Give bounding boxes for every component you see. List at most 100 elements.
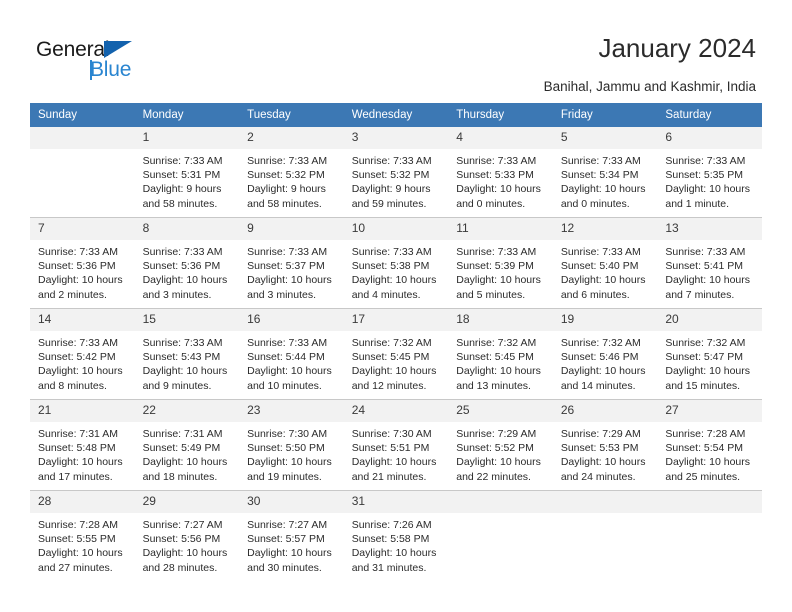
daylight-duration-line2: and 15 minutes. xyxy=(665,379,741,392)
day-details: Sunrise: 7:28 AM Sunset: 5:54 PM Daylight:… xyxy=(657,422,762,484)
daylight-duration-line2: and 58 minutes. xyxy=(247,197,322,210)
sunrise-time: Sunrise: 7:33 AM xyxy=(247,337,328,349)
day-details: Sunrise: 7:33 AM Sunset: 5:35 PM Daylight:… xyxy=(657,149,762,211)
daylight-duration-line1: Daylight: 10 hours xyxy=(351,456,437,469)
calendar-day-cell[interactable]: 12 Sunrise: 7:33 AM Sunset: 5:40 PM Dayligh… xyxy=(552,217,658,309)
calendar-day-cell[interactable]: 10 Sunrise: 7:33 AM Sunset: 5:38 PM Dayligh… xyxy=(343,217,449,309)
sunset-time: Sunset: 5:46 PM xyxy=(560,351,639,364)
calendar-day-cell[interactable]: 11 Sunrise: 7:33 AM Sunset: 5:39 PM Dayligh… xyxy=(448,217,553,309)
sunrise-time: Sunrise: 7:33 AM xyxy=(247,246,328,258)
sunset-time: Sunset: 5:53 PM xyxy=(560,442,639,455)
calendar-day-cell[interactable]: 6 Sunrise: 7:33 AM Sunset: 5:35 PM Daylight… xyxy=(657,127,762,218)
calendar-day-cell[interactable]: 14 Sunrise: 7:33 AM Sunset: 5:42 PM Dayligh… xyxy=(30,308,135,400)
sunrise-time: Sunrise: 7:30 AM xyxy=(351,428,432,440)
day-details: Sunrise: 7:32 AM Sunset: 5:46 PM Daylight:… xyxy=(553,331,658,393)
calendar-day-cell[interactable]: 18 Sunrise: 7:32 AM Sunset: 5:45 PM Dayligh… xyxy=(448,308,553,400)
sunset-time: Sunset: 5:47 PM xyxy=(665,351,744,364)
calendar-day-cell[interactable]: 20 Sunrise: 7:32 AM Sunset: 5:47 PM Dayligh… xyxy=(657,308,762,400)
weekday-header-friday: Friday xyxy=(552,103,658,127)
daylight-duration-line2: and 10 minutes. xyxy=(247,379,322,392)
sunset-time: Sunset: 5:32 PM xyxy=(247,169,325,182)
daylight-duration-line1: Daylight: 10 hours xyxy=(351,547,437,560)
daylight-duration-line2: and 17 minutes. xyxy=(38,470,113,483)
daylight-duration-line1: Daylight: 10 hours xyxy=(247,365,332,378)
calendar-day-cell[interactable]: 9 Sunrise: 7:33 AM Sunset: 5:37 PM Daylight… xyxy=(239,217,344,309)
sunrise-time: Sunrise: 7:33 AM xyxy=(351,246,432,258)
page-title: January 2024 xyxy=(598,33,756,63)
day-details: Sunrise: 7:33 AM Sunset: 5:41 PM Daylight:… xyxy=(657,240,762,302)
day-details: Sunrise: 7:31 AM Sunset: 5:49 PM Daylight:… xyxy=(135,422,240,484)
sunrise-time: Sunrise: 7:31 AM xyxy=(142,428,223,440)
daylight-duration-line1: Daylight: 10 hours xyxy=(456,183,541,196)
sunrise-time: Sunrise: 7:28 AM xyxy=(665,428,746,440)
sunset-time: Sunset: 5:35 PM xyxy=(665,169,744,182)
calendar-day-cell[interactable]: 22 Sunrise: 7:31 AM Sunset: 5:49 PM Dayligh… xyxy=(134,399,240,491)
sunrise-time: Sunrise: 7:32 AM xyxy=(351,337,432,349)
weekday-header-thursday: Thursday xyxy=(448,103,553,127)
calendar-day-cell[interactable]: 30 Sunrise: 7:27 AM Sunset: 5:57 PM Dayligh… xyxy=(239,490,344,581)
day-number: 26 xyxy=(552,400,658,422)
day-details xyxy=(448,513,553,518)
sunrise-time: Sunrise: 7:27 AM xyxy=(247,519,328,531)
day-number: 5 xyxy=(552,127,658,149)
calendar-day-cell[interactable]: 8 Sunrise: 7:33 AM Sunset: 5:36 PM Daylight… xyxy=(134,217,240,309)
sunrise-time: Sunrise: 7:32 AM xyxy=(560,337,641,349)
calendar-day-cell[interactable]: 29 Sunrise: 7:27 AM Sunset: 5:56 PM Dayligh… xyxy=(134,490,240,581)
day-number: 7 xyxy=(30,218,135,240)
daylight-duration-line2: and 3 minutes. xyxy=(247,288,317,301)
calendar-day-cell[interactable]: 25 Sunrise: 7:29 AM Sunset: 5:52 PM Dayligh… xyxy=(448,399,553,491)
calendar-page: General Blue January 2024 Banihal, Jammu… xyxy=(0,0,792,612)
calendar-day-cell[interactable]: 4 Sunrise: 7:33 AM Sunset: 5:33 PM Daylight… xyxy=(448,127,553,218)
sunset-time: Sunset: 5:58 PM xyxy=(351,533,430,546)
daylight-duration-line1: Daylight: 10 hours xyxy=(142,547,228,560)
calendar-day-cell[interactable]: 31 Sunrise: 7:26 AM Sunset: 5:58 PM Dayligh… xyxy=(343,490,449,581)
sunset-time: Sunset: 5:44 PM xyxy=(247,351,325,364)
sunrise-time: Sunrise: 7:31 AM xyxy=(38,428,118,440)
sunrise-time: Sunrise: 7:30 AM xyxy=(247,428,328,440)
calendar-day-cell[interactable]: 28 Sunrise: 7:28 AM Sunset: 5:55 PM Dayligh… xyxy=(30,490,135,581)
sunset-time: Sunset: 5:38 PM xyxy=(351,260,430,273)
calendar-day-cell[interactable]: 7 Sunrise: 7:33 AM Sunset: 5:36 PM Daylight… xyxy=(30,217,135,309)
day-details: Sunrise: 7:32 AM Sunset: 5:47 PM Daylight:… xyxy=(657,331,762,393)
daylight-duration-line1: Daylight: 10 hours xyxy=(665,183,751,196)
day-number: 1 xyxy=(134,127,240,149)
sunset-time: Sunset: 5:52 PM xyxy=(456,442,534,455)
day-details: Sunrise: 7:29 AM Sunset: 5:53 PM Daylight:… xyxy=(553,422,658,484)
daylight-duration-line2: and 30 minutes. xyxy=(247,561,322,574)
day-details: Sunrise: 7:33 AM Sunset: 5:39 PM Daylight:… xyxy=(448,240,553,302)
sunset-time: Sunset: 5:57 PM xyxy=(247,533,325,546)
calendar-day-cell[interactable]: 17 Sunrise: 7:32 AM Sunset: 5:45 PM Dayligh… xyxy=(343,308,449,400)
sunrise-time: Sunrise: 7:33 AM xyxy=(560,246,641,258)
daylight-duration-line2: and 0 minutes. xyxy=(456,197,526,210)
calendar-day-cell[interactable]: 13 Sunrise: 7:33 AM Sunset: 5:41 PM Dayligh… xyxy=(657,217,762,309)
day-details: Sunrise: 7:33 AM Sunset: 5:36 PM Daylight:… xyxy=(30,240,135,302)
calendar-grid: Sunday Monday Tuesday Wednesday Thursday… xyxy=(30,103,762,581)
day-number xyxy=(657,491,762,513)
calendar-day-cell[interactable]: 21 Sunrise: 7:31 AM Sunset: 5:48 PM Dayligh… xyxy=(30,399,135,491)
day-number: 29 xyxy=(134,491,240,513)
generalblue-logo[interactable]: General Blue xyxy=(36,38,166,84)
sunset-time: Sunset: 5:51 PM xyxy=(351,442,430,455)
calendar-day-cell[interactable]: 5 Sunrise: 7:33 AM Sunset: 5:34 PM Daylight… xyxy=(552,127,658,218)
sunset-time: Sunset: 5:33 PM xyxy=(456,169,534,182)
calendar-day-cell[interactable]: 24 Sunrise: 7:30 AM Sunset: 5:51 PM Dayligh… xyxy=(343,399,449,491)
calendar-day-cell[interactable]: 27 Sunrise: 7:28 AM Sunset: 5:54 PM Dayligh… xyxy=(657,399,762,491)
calendar-day-cell-empty xyxy=(657,490,762,581)
calendar-day-cell[interactable]: 3 Sunrise: 7:33 AM Sunset: 5:32 PM Daylight… xyxy=(343,127,449,218)
day-number: 6 xyxy=(657,127,762,149)
calendar-day-cell[interactable]: 23 Sunrise: 7:30 AM Sunset: 5:50 PM Dayligh… xyxy=(239,399,344,491)
daylight-duration-line2: and 8 minutes. xyxy=(38,379,107,392)
daylight-duration-line1: Daylight: 10 hours xyxy=(247,547,332,560)
weekday-header-tuesday: Tuesday xyxy=(239,103,344,127)
calendar-day-cell[interactable]: 2 Sunrise: 7:33 AM Sunset: 5:32 PM Daylight… xyxy=(239,127,344,218)
day-number: 13 xyxy=(657,218,762,240)
calendar-day-cell[interactable]: 19 Sunrise: 7:32 AM Sunset: 5:46 PM Dayligh… xyxy=(552,308,658,400)
calendar-day-cell[interactable]: 1 Sunrise: 7:33 AM Sunset: 5:31 PM Daylight… xyxy=(134,127,240,218)
calendar-day-cell[interactable]: 16 Sunrise: 7:33 AM Sunset: 5:44 PM Dayligh… xyxy=(239,308,344,400)
daylight-duration-line2: and 25 minutes. xyxy=(665,470,741,483)
calendar-day-cell-empty xyxy=(448,490,553,581)
calendar-day-cell[interactable]: 15 Sunrise: 7:33 AM Sunset: 5:43 PM Dayligh… xyxy=(134,308,240,400)
daylight-duration-line1: Daylight: 10 hours xyxy=(560,183,646,196)
calendar-day-cell[interactable]: 26 Sunrise: 7:29 AM Sunset: 5:53 PM Dayligh… xyxy=(552,399,658,491)
daylight-duration-line1: Daylight: 10 hours xyxy=(351,365,437,378)
